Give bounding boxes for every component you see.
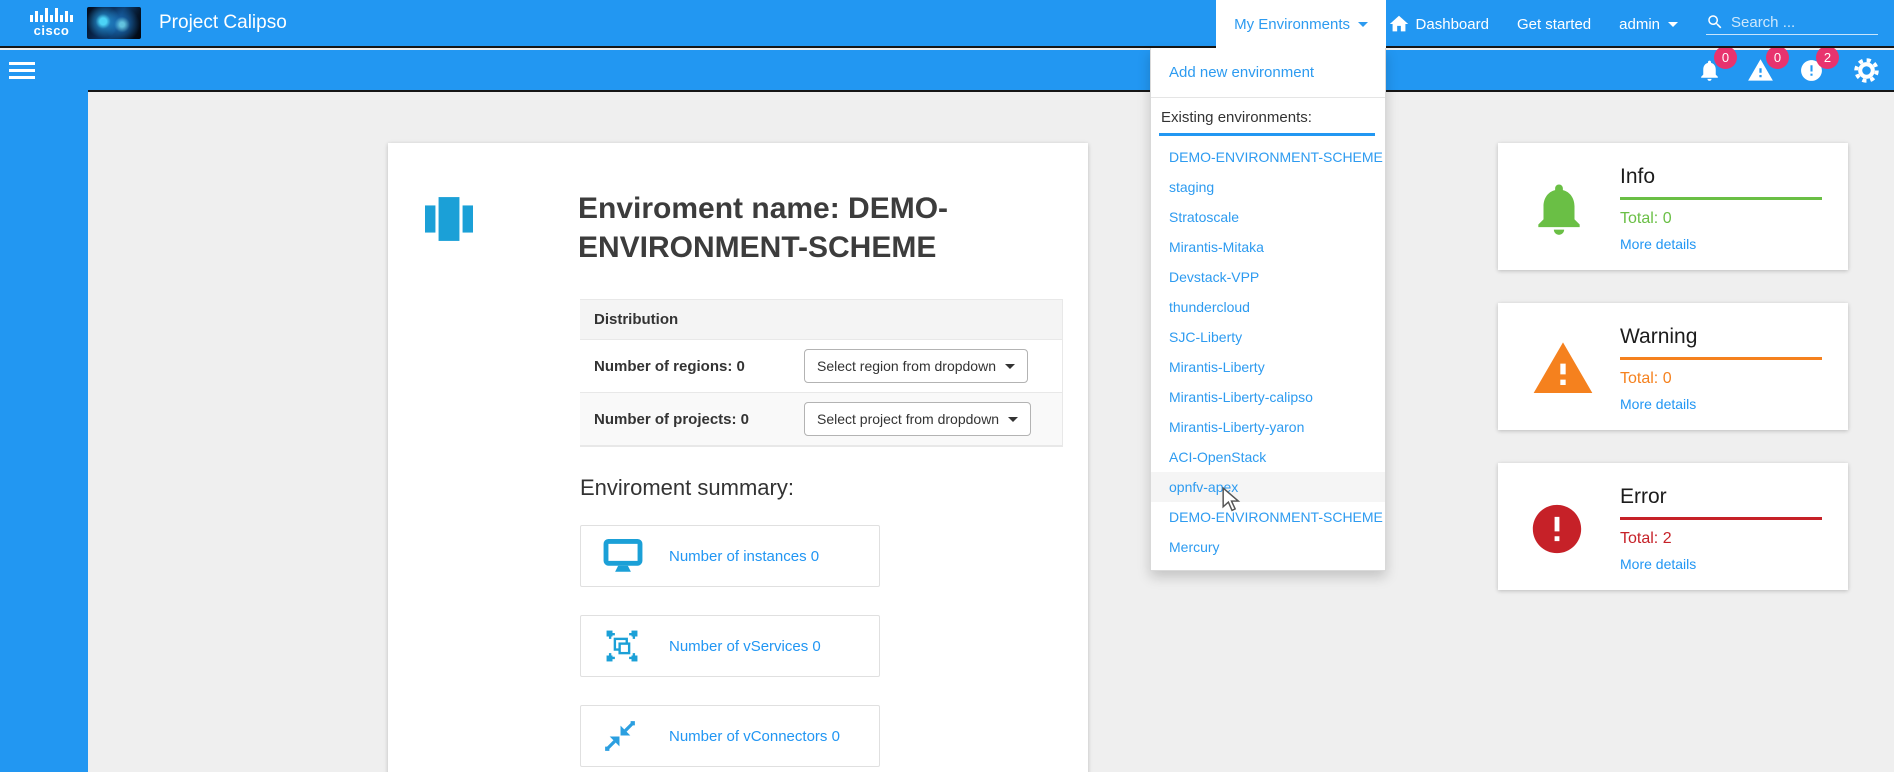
collapsed-sidebar — [0, 90, 88, 772]
warning-more-details-link[interactable]: More details — [1620, 396, 1822, 412]
env-item-mirantis-liberty-yaron[interactable]: Mirantis-Liberty-yaron — [1151, 412, 1385, 442]
select-region-dropdown-button[interactable]: Select region from dropdown — [804, 349, 1028, 383]
cisco-wordmark: cisco — [34, 23, 70, 38]
error-circle-icon — [1528, 485, 1620, 572]
env-item-stratoscale[interactable]: Stratoscale — [1151, 202, 1385, 232]
toolbar: 0 0 2 — [0, 50, 1894, 90]
chevron-down-icon — [1358, 22, 1368, 27]
my-environments-dropdown: Add new environment Existing environment… — [1150, 48, 1386, 571]
env-item-thundercloud[interactable]: thundercloud — [1151, 292, 1385, 322]
cisco-logo-icon: cisco — [30, 8, 73, 38]
hamburger-menu-icon[interactable] — [9, 58, 35, 83]
environment-summary-heading: Enviroment summary: — [580, 475, 1063, 501]
settings-gear-icon[interactable] — [1853, 57, 1880, 84]
instances-count-link[interactable]: Number of instances 0 — [669, 548, 819, 565]
error-card-text: Error Total: 2 More details — [1620, 485, 1822, 572]
chevron-down-icon — [1668, 22, 1678, 27]
monitor-icon — [603, 539, 645, 573]
env-item-mirantis-mitaka[interactable]: Mirantis-Mitaka — [1151, 232, 1385, 262]
info-total: Total: 0 — [1620, 210, 1822, 228]
env-item-devstack-vpp[interactable]: Devstack-VPP — [1151, 262, 1385, 292]
nav-item-admin-label: admin — [1619, 16, 1660, 33]
distribution-header: Distribution — [580, 300, 1062, 340]
app-title: Project Calipso — [159, 12, 287, 34]
env-item-aci-openstack[interactable]: ACI-OpenStack — [1151, 442, 1385, 472]
dropdown-underline — [1159, 133, 1375, 136]
env-item-mercury[interactable]: Mercury — [1151, 532, 1385, 562]
summary-card-vservices: Number of vServices 0 — [580, 615, 880, 677]
env-item-opnfv-apex[interactable]: opnfv-apex — [1151, 472, 1385, 502]
content-area: Enviroment name: DEMO-ENVIRONMENT-SCHEME… — [88, 90, 1894, 772]
env-item-staging[interactable]: staging — [1151, 172, 1385, 202]
summary-card-vconnectors: Number of vConnectors 0 — [580, 705, 880, 767]
page: cisco Project Calipso Dashboard Get star… — [0, 0, 1894, 772]
bell-icon — [1528, 165, 1620, 252]
info-more-details-link[interactable]: More details — [1620, 236, 1822, 252]
environment-name-title: Enviroment name: DEMO-ENVIRONMENT-SCHEME — [578, 189, 1008, 267]
top-navbar: cisco Project Calipso Dashboard Get star… — [0, 0, 1894, 48]
info-card: Info Total: 0 More details — [1498, 143, 1848, 270]
summary-card-instances: Number of instances 0 — [580, 525, 880, 587]
add-new-environment-link[interactable]: Add new environment — [1151, 48, 1385, 93]
environment-card-body: Distribution Number of regions: 0 Select… — [580, 299, 1063, 772]
warning-triangle-icon — [1528, 325, 1620, 412]
navbar-right: Dashboard Get started admin — [1388, 0, 1894, 48]
env-item-mirantis-liberty[interactable]: Mirantis-Liberty — [1151, 352, 1385, 382]
warning-total: Total: 0 — [1620, 370, 1822, 388]
nav-item-admin[interactable]: admin — [1619, 16, 1678, 33]
warning-card-text: Warning Total: 0 More details — [1620, 325, 1822, 412]
nav-item-my-environments-label: My Environments — [1234, 16, 1350, 33]
regions-count-label: Number of regions: 0 — [594, 358, 804, 375]
env-item-mirantis-liberty-calipso[interactable]: Mirantis-Liberty-calipso — [1151, 382, 1385, 412]
toolbar-right: 0 0 2 — [1687, 57, 1894, 84]
bell-badge: 0 — [1714, 46, 1737, 69]
nav-item-get-started[interactable]: Get started — [1517, 16, 1591, 33]
info-title: Info — [1620, 165, 1822, 200]
env-item-sjc-liberty[interactable]: SJC-Liberty — [1151, 322, 1385, 352]
existing-environments-header: Existing environments: — [1151, 104, 1385, 133]
nav-item-my-environments[interactable]: My Environments — [1216, 0, 1386, 48]
error-badge: 2 — [1816, 46, 1839, 69]
home-icon — [1388, 13, 1410, 35]
vservices-count-link[interactable]: Number of vServices 0 — [669, 638, 821, 655]
environment-card-header: Enviroment name: DEMO-ENVIRONMENT-SCHEME — [388, 143, 1088, 273]
vservices-icon — [603, 627, 645, 665]
vconnectors-count-link[interactable]: Number of vConnectors 0 — [669, 728, 840, 745]
brand-zone: cisco Project Calipso — [0, 7, 287, 39]
distribution-table: Distribution Number of regions: 0 Select… — [580, 299, 1063, 447]
warning-card: Warning Total: 0 More details — [1498, 303, 1848, 430]
env-item-demo-environment-scheme[interactable]: DEMO-ENVIRONMENT-SCHEME — [1151, 142, 1385, 172]
error-total: Total: 2 — [1620, 530, 1822, 548]
dropdown-divider — [1151, 97, 1385, 98]
error-more-details-link[interactable]: More details — [1620, 556, 1822, 572]
cisco-bars-icon — [30, 8, 73, 22]
status-column: Info Total: 0 More details Warning Total… — [1498, 143, 1848, 623]
env-item-demo-environment-scheme-2[interactable]: DEMO-ENVIRONMENT-SCHEME — [1151, 502, 1385, 532]
projects-count-label: Number of projects: 0 — [594, 411, 804, 428]
distribution-row-projects: Number of projects: 0 Select project fro… — [580, 393, 1062, 446]
vconnectors-icon — [603, 719, 645, 753]
distribution-row-regions: Number of regions: 0 Select region from … — [580, 340, 1062, 393]
error-title: Error — [1620, 485, 1822, 520]
nav-item-dashboard-label: Dashboard — [1416, 16, 1489, 33]
chevron-down-icon — [1008, 417, 1018, 422]
warning-title: Warning — [1620, 325, 1822, 360]
error-card: Error Total: 2 More details — [1498, 463, 1848, 590]
environment-card: Enviroment name: DEMO-ENVIRONMENT-SCHEME… — [388, 143, 1088, 772]
search-box — [1706, 13, 1878, 35]
nav-item-dashboard[interactable]: Dashboard — [1388, 13, 1489, 35]
project-thumbnail-image — [87, 7, 141, 39]
search-icon — [1706, 13, 1724, 31]
chevron-down-icon — [1005, 364, 1015, 369]
nav-item-get-started-label: Get started — [1517, 16, 1591, 33]
search-input[interactable] — [1731, 14, 1878, 31]
select-project-dropdown-button[interactable]: Select project from dropdown — [804, 402, 1031, 436]
environment-icon — [425, 197, 473, 241]
info-card-text: Info Total: 0 More details — [1620, 165, 1822, 252]
warning-badge: 0 — [1766, 46, 1789, 69]
